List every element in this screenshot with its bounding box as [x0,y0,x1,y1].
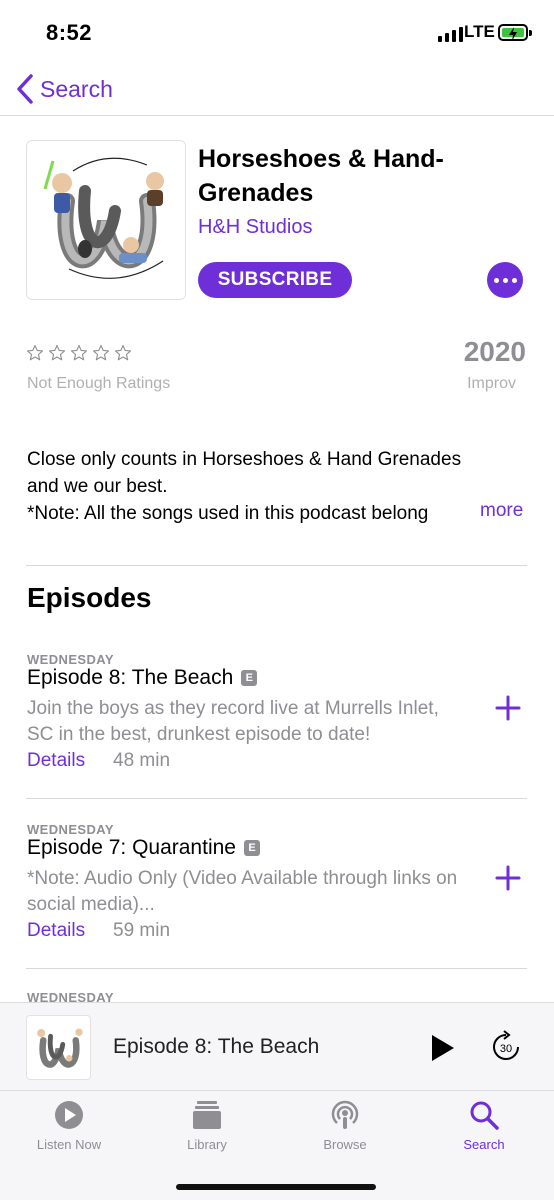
episode-date: WEDNESDAY [27,652,114,667]
ellipsis-dot [511,277,517,283]
star-icon [26,344,44,361]
chevron-left-icon [17,74,33,104]
add-episode-icon[interactable] [494,694,522,722]
podcast-genre: Improv [467,375,516,392]
text-fade [427,500,467,527]
episode-description: *Note: Audio Only (Video Available throu… [27,868,458,915]
more-options-button[interactable] [487,262,523,298]
cellular-signal-icon [438,26,463,42]
episode-duration: 59 min [113,920,171,941]
add-episode-icon[interactable] [494,864,522,892]
episode-title[interactable]: Episode 8: The Beach E [27,666,258,690]
skip-forward-30-icon[interactable]: 30 [490,1029,522,1065]
mini-player-artwork [26,1015,91,1080]
explicit-badge: E [243,840,260,856]
tab-browse[interactable]: Browse [290,1091,400,1171]
podcasts-icon [331,1100,359,1129]
episode-details-link[interactable]: Details [27,750,85,772]
status-bar: 8:52 LTE [0,0,554,66]
mini-player[interactable]: Episode 8: The Beach 30 [0,1002,554,1090]
episode-title-text: Episode 7: Quarantine [27,836,236,859]
tab-library[interactable]: Library [152,1091,262,1171]
star-icon [114,344,132,361]
star-icon [70,344,88,361]
description-line: and we our best. [27,476,168,497]
tab-listen-now[interactable]: Listen Now [14,1091,124,1171]
episode-details-link[interactable]: Details [27,920,85,942]
ellipsis-icon [493,277,499,283]
skip-seconds-label: 30 [500,1043,512,1055]
podcast-title: Horseshoes & Hand-Grenades [198,145,444,207]
ellipsis-dot [502,277,508,283]
episode-duration: 48 min [113,750,171,771]
subscribe-button[interactable]: SUBSCRIBE [198,262,352,298]
ratings-label: Not Enough Ratings [27,375,171,392]
podcast-year: 2020 [463,336,526,367]
library-stack-icon [193,1101,221,1129]
description-line-text: *Note: All the songs used in this podcas… [27,503,429,524]
description-line: Close only counts in Horseshoes & Hand G… [27,449,462,470]
podcast-artwork [26,140,186,300]
battery-icon [498,24,528,41]
mini-player-title[interactable]: Episode 8: The Beach [113,1035,319,1059]
explicit-badge: E [241,670,258,686]
back-button-label: Search [40,75,113,102]
rating-stars [26,344,132,362]
tab-label: Browse [323,1137,367,1152]
battery-tip [529,30,532,36]
play-circle-icon [55,1101,83,1129]
episode-title-text: Episode 8: The Beach [27,666,234,689]
tab-search[interactable]: Search [429,1091,539,1171]
status-time: 8:52 [46,20,93,45]
play-icon[interactable] [430,1033,456,1063]
description-more-link[interactable]: more [480,500,523,522]
episode-description: Join the boys as they record live at Mur… [27,698,439,745]
network-type: LTE [464,22,495,41]
episode-divider [26,798,527,799]
tab-label: Library [187,1137,227,1152]
nav-divider [0,115,554,116]
star-icon [92,344,110,361]
episodes-heading: Episodes [27,582,152,613]
section-divider [26,565,527,566]
episode-divider [26,968,527,969]
tab-label: Search [463,1137,505,1152]
search-icon [470,1101,499,1130]
episode-title[interactable]: Episode 7: Quarantine E [27,836,260,860]
episode-date: WEDNESDAY [27,822,114,837]
home-indicator[interactable] [176,1184,376,1190]
tab-label: Listen Now [36,1137,102,1152]
description-line: *Note: All the songs used in this podcas… [27,500,467,527]
back-button[interactable]: Search [14,72,113,106]
podcast-author-link[interactable]: H&H Studios [198,216,313,239]
star-icon [48,344,66,361]
podcast-description: Close only counts in Horseshoes & Hand G… [27,446,527,527]
